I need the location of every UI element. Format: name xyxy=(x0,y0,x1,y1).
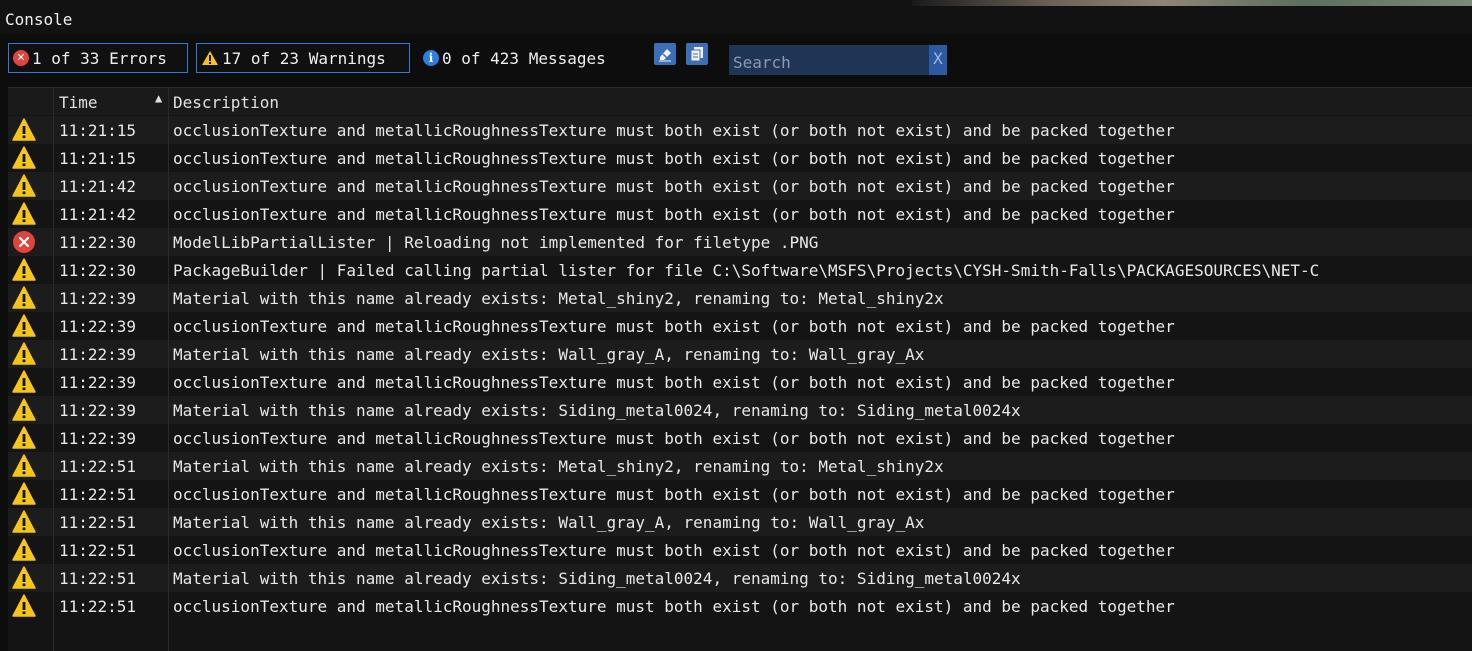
row-description: occlusionTexture and metallicRoughnessTe… xyxy=(173,485,1175,504)
warning-triangle-icon xyxy=(12,426,36,450)
messages-filter-label: 0 of 423 Messages xyxy=(442,48,606,68)
row-description: occlusionTexture and metallicRoughnessTe… xyxy=(173,373,1175,392)
table-row[interactable]: 11:22:39 Material with this name already … xyxy=(8,396,1472,424)
log-table: Time ▲ Description 11:21:15 occlusionText… xyxy=(8,87,1472,651)
warning-triangle-icon xyxy=(12,314,36,338)
table-row[interactable]: 11:22:39 Material with this name already … xyxy=(8,284,1472,312)
row-description: Material with this name already exists: … xyxy=(173,569,1021,588)
row-description: occlusionTexture and metallicRoughnessTe… xyxy=(173,149,1175,168)
row-time: 11:22:30 xyxy=(59,233,137,252)
row-time: 11:22:51 xyxy=(59,513,137,532)
table-row[interactable]: 11:22:51 Material with this name already … xyxy=(8,564,1472,592)
row-time: 11:22:51 xyxy=(59,541,137,560)
row-description: Material with this name already exists: … xyxy=(173,289,944,308)
column-divider xyxy=(53,87,54,651)
warning-triangle-icon xyxy=(12,258,36,282)
row-description: occlusionTexture and metallicRoughnessTe… xyxy=(173,121,1175,140)
errors-filter-label: 1 of 33 Errors xyxy=(32,48,167,68)
sort-ascending-icon[interactable]: ▲ xyxy=(155,91,162,105)
row-description: occlusionTexture and metallicRoughnessTe… xyxy=(173,177,1175,196)
row-time: 11:22:39 xyxy=(59,401,137,420)
warning-triangle-icon xyxy=(12,342,36,366)
warning-triangle-icon xyxy=(12,566,36,590)
warning-triangle-icon xyxy=(12,538,36,562)
table-row[interactable]: 11:21:15 occlusionTexture and metallicRou… xyxy=(8,144,1472,172)
console-title-bar: Console xyxy=(0,0,1472,34)
copy-console-button[interactable] xyxy=(686,43,708,65)
row-description: ModelLibPartialLister | Reloading not im… xyxy=(173,233,819,252)
table-row[interactable]: 11:21:15 occlusionTexture and metallicRou… xyxy=(8,116,1472,144)
row-description: occlusionTexture and metallicRoughnessTe… xyxy=(173,429,1175,448)
row-time: 11:22:51 xyxy=(59,597,137,616)
warning-triangle-icon xyxy=(12,454,36,478)
table-row[interactable]: 11:22:51 occlusionTexture and metallicRou… xyxy=(8,480,1472,508)
table-row[interactable]: 11:22:39 occlusionTexture and metallicRou… xyxy=(8,368,1472,396)
row-time: 11:21:42 xyxy=(59,205,137,224)
row-time: 11:21:42 xyxy=(59,177,137,196)
search-input[interactable] xyxy=(729,45,929,75)
warning-triangle-icon xyxy=(12,118,36,142)
warning-triangle-icon xyxy=(12,510,36,534)
table-row[interactable]: 11:22:51 Material with this name already … xyxy=(8,508,1472,536)
table-row[interactable]: 11:22:30 ModelLibPartialLister | Reloadin… xyxy=(8,228,1472,256)
row-description: occlusionTexture and metallicRoughnessTe… xyxy=(173,317,1175,336)
time-column-header[interactable]: Time xyxy=(59,93,98,112)
warning-triangle-icon xyxy=(12,398,36,422)
row-time: 11:21:15 xyxy=(59,121,137,140)
table-row[interactable]: 11:22:51 Material with this name already … xyxy=(8,452,1472,480)
window-title: Console xyxy=(5,10,73,29)
warnings-filter-button[interactable]: 17 of 23 Warnings xyxy=(196,43,410,73)
table-row[interactable]: 11:22:39 occlusionTexture and metallicRou… xyxy=(8,312,1472,340)
copy-icon xyxy=(690,47,703,62)
warning-triangle-icon xyxy=(12,174,36,198)
table-row[interactable]: 11:22:39 Material with this name already … xyxy=(8,340,1472,368)
warning-triangle-icon xyxy=(12,286,36,310)
info-circle-icon: i xyxy=(423,50,439,66)
row-time: 11:22:39 xyxy=(59,429,137,448)
row-description: Material with this name already exists: … xyxy=(173,345,925,364)
table-row[interactable]: 11:22:51 occlusionTexture and metallicRou… xyxy=(8,592,1472,620)
background-strip xyxy=(912,0,1472,6)
table-header: Time ▲ Description xyxy=(8,87,1472,115)
row-description: occlusionTexture and metallicRoughnessTe… xyxy=(173,597,1175,616)
messages-filter-button[interactable]: i 0 of 423 Messages xyxy=(418,43,638,73)
row-description: occlusionTexture and metallicRoughnessTe… xyxy=(173,541,1175,560)
row-time: 11:22:51 xyxy=(59,485,137,504)
row-description: Material with this name already exists: … xyxy=(173,457,944,476)
errors-filter-button[interactable]: ✕ 1 of 33 Errors xyxy=(8,43,188,73)
row-time: 11:22:39 xyxy=(59,373,137,392)
row-time: 11:22:30 xyxy=(59,261,137,280)
warning-triangle-icon xyxy=(12,370,36,394)
table-row[interactable]: 11:21:42 occlusionTexture and metallicRou… xyxy=(8,172,1472,200)
row-description: Material with this name already exists: … xyxy=(173,513,925,532)
warning-triangle-icon xyxy=(12,202,36,226)
error-circle-icon: ✕ xyxy=(13,50,29,66)
warnings-filter-label: 17 of 23 Warnings xyxy=(222,48,386,68)
table-row[interactable]: 11:22:51 occlusionTexture and metallicRou… xyxy=(8,536,1472,564)
warning-triangle-icon xyxy=(12,482,36,506)
eraser-icon xyxy=(659,49,671,62)
warning-triangle-icon xyxy=(12,146,36,170)
row-time: 11:21:15 xyxy=(59,149,137,168)
error-circle-icon xyxy=(12,230,36,254)
description-column-header[interactable]: Description xyxy=(173,93,279,112)
warning-triangle-icon xyxy=(202,51,218,65)
row-description: PackageBuilder | Failed calling partial … xyxy=(173,261,1320,280)
warning-triangle-icon xyxy=(12,594,36,618)
row-time: 11:22:51 xyxy=(59,569,137,588)
clear-console-button[interactable] xyxy=(654,43,676,65)
search-clear-button[interactable]: X xyxy=(929,45,947,75)
table-row[interactable]: 11:22:39 occlusionTexture and metallicRou… xyxy=(8,424,1472,452)
row-time: 11:22:51 xyxy=(59,457,137,476)
row-time: 11:22:39 xyxy=(59,317,137,336)
row-time: 11:22:39 xyxy=(59,289,137,308)
console-toolbar: ✕ 1 of 33 Errors 17 of 23 Warnings i 0 o… xyxy=(0,34,1472,86)
table-row[interactable]: 11:21:42 occlusionTexture and metallicRou… xyxy=(8,200,1472,228)
row-description: occlusionTexture and metallicRoughnessTe… xyxy=(173,205,1175,224)
row-description: Material with this name already exists: … xyxy=(173,401,1021,420)
column-divider xyxy=(168,87,169,651)
table-row[interactable]: 11:22:30 PackageBuilder | Failed calling … xyxy=(8,256,1472,284)
row-time: 11:22:39 xyxy=(59,345,137,364)
